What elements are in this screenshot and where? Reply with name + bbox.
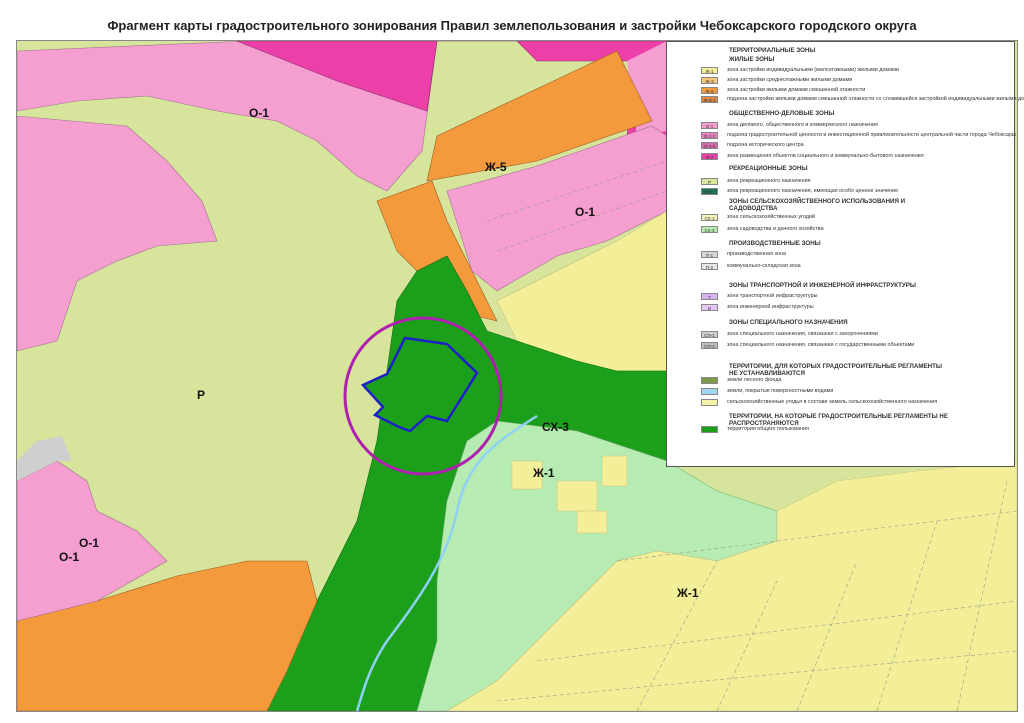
legend-swatch [701, 388, 718, 395]
legend-swatch: Р-1 [701, 188, 718, 195]
label-skh3: СХ-3 [542, 420, 569, 434]
legend-item-text: территория общего пользования [727, 426, 809, 432]
legend-swatch: Ж-3 [701, 77, 718, 84]
block-3 [601, 455, 628, 487]
legend-section-heading: ОБЩЕСТВЕННО-ДЕЛОВЫЕ ЗОНЫ [729, 110, 835, 117]
legend-swatch: О-2 [701, 153, 718, 160]
legend-swatch [701, 377, 718, 384]
legend-section-heading: ЗОНЫ СПЕЦИАЛЬНОГО НАЗНАЧЕНИЯ [729, 319, 848, 326]
legend-swatch: СХ-1 [701, 214, 718, 221]
label-zh1-south: Ж-1 [676, 586, 699, 600]
legend-section-heading: ЗОНЫ ТРАНСПОРТНОЙ И ИНЖЕНЕРНОЙ ИНФРАСТРУ… [729, 282, 916, 289]
legend-item-text: подзона градостроительной ценности и инв… [727, 132, 1016, 138]
legend-swatch: О-1.2 [701, 142, 718, 149]
legend-swatch: СХ-3 [701, 226, 718, 233]
legend-item-text: зона специального назначения, связанная … [727, 342, 915, 348]
legend-swatch: П-2 [701, 263, 718, 270]
map-title: Фрагмент карты градостроительного зониро… [107, 18, 917, 33]
legend-item-text: зона садоводства и дачного хозяйства [727, 226, 824, 232]
label-o1-bottom-1: О-1 [79, 536, 99, 550]
legend-swatch: Ж-1 [701, 67, 718, 74]
legend-item-text: зона транспортной инфраструктуры [727, 293, 818, 299]
legend-swatch [701, 399, 718, 406]
legend-item-text: производственная зона [727, 251, 786, 257]
label-r: Р [197, 388, 205, 402]
legend-item-text: зона делового, общественного и коммерчес… [727, 122, 878, 128]
legend-swatch: СП-2 [701, 342, 718, 349]
legend-item-text: подзона застройки жилыми домами смешанно… [727, 96, 1024, 102]
legend-item-text: зона инженерной инфраструктуры [727, 304, 814, 310]
legend-item-text: земли, покрытые поверхностными водами [727, 388, 834, 394]
block-4 [576, 510, 608, 534]
legend-item-text: зона застройки среднеэтажными жилыми дом… [727, 77, 853, 83]
legend-section-heading: ЖИЛЫЕ ЗОНЫ [729, 56, 775, 63]
legend-swatch: Р [701, 178, 718, 185]
legend-item-text: коммунально-складская зона [727, 263, 801, 269]
legend-item-text: зона сельскохозяйственных угодий [727, 214, 815, 220]
legend-item-text: зона застройки индивидуальными (малоэтаж… [727, 67, 899, 73]
legend-section-heading: ТЕРРИТОРИИ, ДЛЯ КОТОРЫХ ГРАДОСТРОИТЕЛЬНЫ… [729, 363, 942, 377]
legend-swatch: И [701, 304, 718, 311]
legend-item-text: сельскохозяйственные угодья в составе зе… [727, 399, 938, 405]
label-o1-top: О-1 [249, 106, 269, 120]
legend-swatch: Ж-5.1 [701, 96, 718, 103]
label-zh5: Ж-5 [484, 160, 507, 174]
map-legend: ТЕРРИТОРИАЛЬНЫЕ ЗОНЫ ЖИЛЫЕ ЗОНЫ Ж-1 зона з… [666, 41, 1024, 467]
legend-item-text: зона рекреационного назначения, имеющая … [727, 188, 899, 194]
legend-swatch: Ж-5 [701, 87, 718, 94]
legend-item-text: подзона исторического центра [727, 142, 804, 148]
label-o1-right: О-1 [575, 205, 595, 219]
legend-item-text: зона застройки жилыми домами смешанной э… [727, 87, 866, 93]
legend-swatch: СП-1 [701, 331, 718, 338]
legend-swatch: П-1 [701, 251, 718, 258]
legend-item-text: земли лесного фонда [727, 377, 782, 383]
legend-swatch [701, 426, 718, 433]
legend-item-text: зона рекреационного назначения [727, 178, 811, 184]
legend-swatch: О-1.1 [701, 132, 718, 139]
legend-swatch: О-1 [701, 122, 718, 129]
legend-section-heading: РЕКРЕАЦИОННЫЕ ЗОНЫ [729, 165, 808, 172]
legend-item-text: зона специального назначения, связанная … [727, 331, 878, 337]
legend-swatch: Т [701, 293, 718, 300]
legend-title: ТЕРРИТОРИАЛЬНЫЕ ЗОНЫ [729, 47, 816, 54]
label-o1-bottom-2: О-1 [59, 550, 79, 564]
legend-item-text: зона размещения объектов социального и к… [727, 153, 924, 159]
legend-section-heading: ПРОИЗВОДСТВЕННЫЕ ЗОНЫ [729, 240, 821, 247]
block-2 [556, 480, 598, 512]
legend-section-heading: ТЕРРИТОРИИ, НА КОТОРЫЕ ГРАДОСТРОИТЕЛЬНЫЕ… [729, 413, 949, 427]
legend-section-heading: ЗОНЫ СЕЛЬСКОХОЗЯЙСТВЕННОГО ИСПОЛЬЗОВАНИЯ… [729, 198, 906, 212]
label-zh1-garden: Ж-1 [532, 466, 555, 480]
